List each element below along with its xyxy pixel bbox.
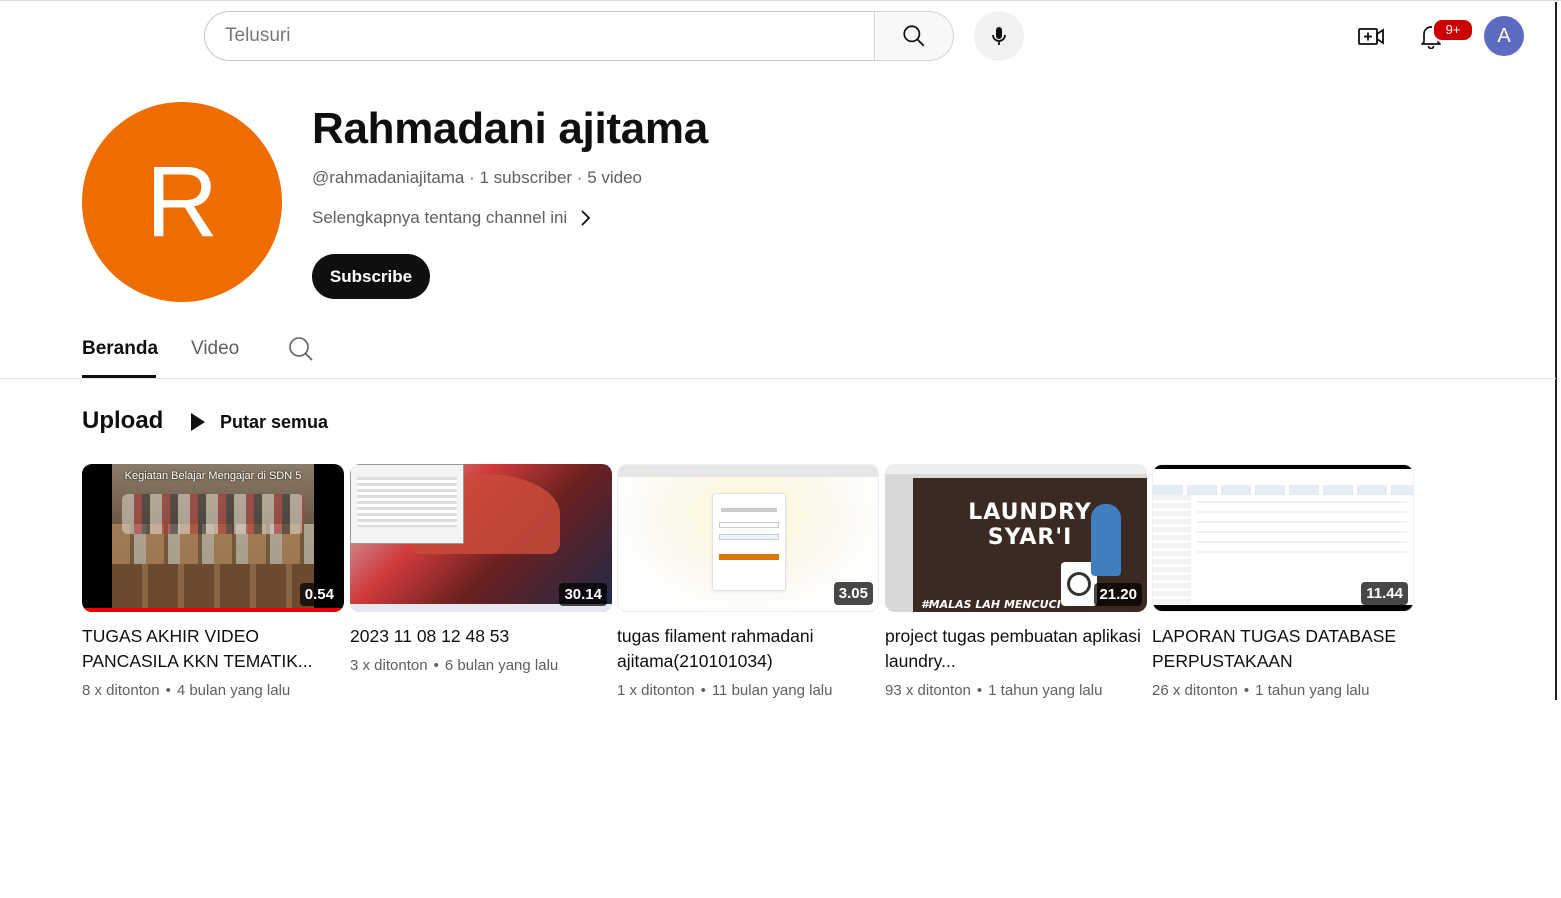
watch-progress-bar (82, 608, 344, 612)
thumbnail-sidebar (1153, 495, 1191, 605)
create-button[interactable] (1351, 16, 1391, 56)
meta-separator: • (1243, 682, 1250, 699)
thumbnail-letterbox (1153, 465, 1413, 469)
shelf-title: Upload (82, 407, 164, 434)
thumbnail-caption-secondary: #MALAS LAH MENCUCI (921, 598, 1061, 611)
video-duration: 30.14 (559, 583, 607, 606)
video-title[interactable]: TUGAS AKHIR VIDEO PANCASILA KKN TEMATIK.… (82, 624, 344, 674)
video-views: 8 x ditonton (82, 682, 160, 699)
top-border (0, 0, 1561, 1)
video-title[interactable]: tugas filament rahmadani ajitama(2101010… (617, 624, 879, 674)
video-duration: 0.54 (299, 583, 339, 606)
video-duration: 3.05 (833, 582, 873, 605)
subscribe-button[interactable]: Subscribe (312, 254, 430, 299)
search-button[interactable] (874, 11, 954, 61)
video-age: 4 bulan yang lalu (176, 682, 291, 699)
search-input[interactable] (225, 12, 865, 60)
video-add-icon (1358, 28, 1384, 45)
thumbnail-figure (1091, 504, 1121, 576)
meta-separator: • (700, 682, 706, 699)
thumbnail-window (350, 464, 464, 544)
channel-about-label: Selengkapnya tentang channel ini (312, 208, 568, 227)
voice-search-button[interactable] (974, 11, 1024, 61)
play-all-label: Putar semua (220, 411, 329, 432)
channel-about-link[interactable]: Selengkapnya tentang channel ini (312, 208, 591, 228)
video-age: 6 bulan yang lalu (444, 657, 559, 674)
meta-separator: • (165, 682, 171, 699)
video-meta: 26 x ditonton • 1 tahun yang lalu (1152, 682, 1414, 699)
video-title[interactable]: project tugas pembuatan aplikasi laundry… (885, 624, 1147, 674)
play-icon (191, 413, 205, 431)
video-card[interactable]: 30.14 2023 11 08 12 48 53 3 x ditonton • 6… (350, 464, 612, 674)
video-age: 11 bulan yang lalu (711, 682, 833, 699)
video-age: 1 tahun yang lalu (1255, 682, 1370, 699)
video-card[interactable]: 11.44 LAPORAN TUGAS DATABASE PERPUSTAKAA… (1152, 464, 1414, 699)
video-meta: 93 x ditonton • 1 tahun yang lalu (885, 682, 1147, 699)
tabs-divider (0, 378, 1556, 379)
thumbnail-image (112, 464, 314, 612)
video-title[interactable]: LAPORAN TUGAS DATABASE PERPUSTAKAAN (1152, 624, 1414, 674)
account-avatar[interactable]: A (1484, 16, 1524, 56)
video-card[interactable]: Kegiatan Belajar Mengajar di SDN 5 0.54 … (82, 464, 344, 699)
channel-search-button[interactable] (288, 336, 314, 362)
play-all-button[interactable]: Putar semua (190, 410, 328, 434)
microphone-icon (992, 27, 1006, 45)
meta-separator: • (976, 682, 983, 699)
video-views: 26 x ditonton (1152, 682, 1238, 699)
video-meta: 3 x ditonton • 6 bulan yang lalu (350, 657, 612, 674)
notification-count-badge: 9+ (1432, 18, 1474, 42)
video-thumbnail[interactable]: 30.14 (350, 464, 612, 612)
channel-name: Rahmadani ajitama (312, 104, 708, 153)
tab-videos[interactable]: Video (191, 338, 239, 378)
video-duration: 21.20 (1094, 583, 1142, 606)
search-icon (903, 25, 925, 47)
thumbnail-toolbar (1153, 485, 1413, 495)
video-views: 93 x ditonton (885, 682, 971, 699)
thumbnail-browser-bar (618, 465, 878, 477)
thumbnail-caption: Kegiatan Belajar Mengajar di SDN 5 (124, 470, 302, 482)
video-age: 1 tahun yang lalu (988, 682, 1103, 699)
video-thumbnail[interactable]: 3.05 (617, 464, 879, 612)
thumbnail-image (712, 493, 786, 591)
search-box[interactable] (204, 11, 875, 61)
tab-home[interactable]: Beranda (82, 338, 158, 378)
page-scrollbar[interactable] (1555, 2, 1557, 700)
video-views: 3 x ditonton (350, 657, 428, 674)
video-thumbnail[interactable]: Kegiatan Belajar Mengajar di SDN 5 0.54 (82, 464, 344, 612)
video-meta: 8 x ditonton • 4 bulan yang lalu (82, 682, 344, 699)
thumbnail-letterbox-bottom (1153, 605, 1413, 611)
video-duration: 11.44 (1361, 582, 1408, 605)
thumbnail-image (1197, 501, 1407, 561)
channel-avatar: R (82, 102, 282, 302)
video-thumbnail[interactable]: LAUNDRY SYAR'I #MALAS LAH MENCUCI 21.20 (885, 464, 1147, 612)
video-title[interactable]: 2023 11 08 12 48 53 (350, 624, 612, 649)
video-card[interactable]: LAUNDRY SYAR'I #MALAS LAH MENCUCI 21.20 … (885, 464, 1147, 699)
chevron-right-icon (581, 210, 591, 226)
search-icon (289, 337, 313, 361)
channel-meta: @rahmadaniajitama · 1 subscriber · 5 vid… (312, 168, 643, 187)
video-meta: 1 x ditonton • 11 bulan yang lalu (617, 682, 879, 699)
meta-separator: • (433, 657, 439, 674)
video-card[interactable]: 3.05 tugas filament rahmadani ajitama(21… (617, 464, 879, 699)
video-views: 1 x ditonton (617, 682, 695, 699)
video-thumbnail[interactable]: 11.44 (1152, 464, 1414, 612)
thumbnail-title-bar (885, 464, 1147, 474)
